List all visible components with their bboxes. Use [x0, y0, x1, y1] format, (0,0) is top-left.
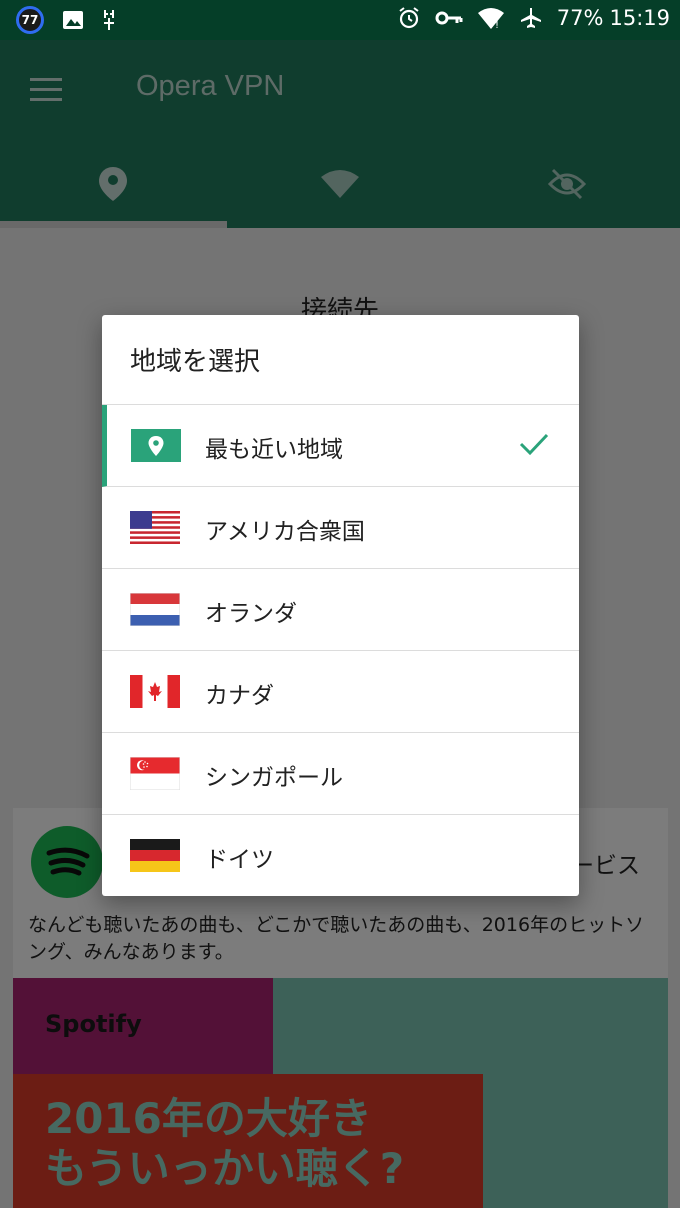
region-item-us[interactable]: アメリカ合衆国	[102, 487, 579, 569]
region-item-sg[interactable]: シンガポール	[102, 733, 579, 815]
battery-level: 77%	[556, 6, 604, 30]
us-flag-icon	[130, 511, 180, 544]
region-item-ca[interactable]: カナダ	[102, 651, 579, 733]
germany-flag-icon	[130, 839, 180, 872]
region-label: オランダ	[205, 601, 297, 627]
singapore-flag-icon	[130, 757, 180, 790]
region-list: 最も近い地域 アメリカ合衆国 オランダ カナダ シンガポール ドイツ	[102, 404, 579, 897]
usb-debug-icon	[102, 9, 116, 31]
airplane-mode-icon	[519, 6, 543, 30]
region-item-nl[interactable]: オランダ	[102, 569, 579, 651]
netherlands-flag-icon	[130, 593, 180, 626]
image-icon	[62, 9, 84, 31]
region-label: 最も近い地域	[205, 437, 343, 463]
nearest-location-flag-icon	[131, 429, 181, 462]
notification-badge: 77	[16, 6, 44, 34]
region-label: アメリカ合衆国	[205, 519, 365, 545]
region-item-de[interactable]: ドイツ	[102, 815, 579, 897]
region-select-dialog: 地域を選択 最も近い地域 アメリカ合衆国 オランダ カナダ シンガポール ドイツ	[102, 315, 579, 896]
dialog-title: 地域を選択	[130, 347, 261, 377]
region-label: ドイツ	[205, 847, 274, 873]
canada-flag-icon	[130, 675, 180, 708]
vpn-key-icon	[435, 8, 463, 28]
region-label: シンガポール	[205, 765, 343, 791]
svg-text:!: !	[495, 20, 499, 30]
wifi-signal-icon: !	[477, 6, 505, 30]
checkmark-icon	[519, 433, 549, 456]
alarm-icon	[397, 6, 421, 30]
clock: 15:19	[609, 6, 670, 30]
status-bar: 77 ! 77% 15:19	[0, 0, 680, 40]
region-item-nearest[interactable]: 最も近い地域	[102, 405, 579, 487]
region-label: カナダ	[205, 683, 274, 709]
